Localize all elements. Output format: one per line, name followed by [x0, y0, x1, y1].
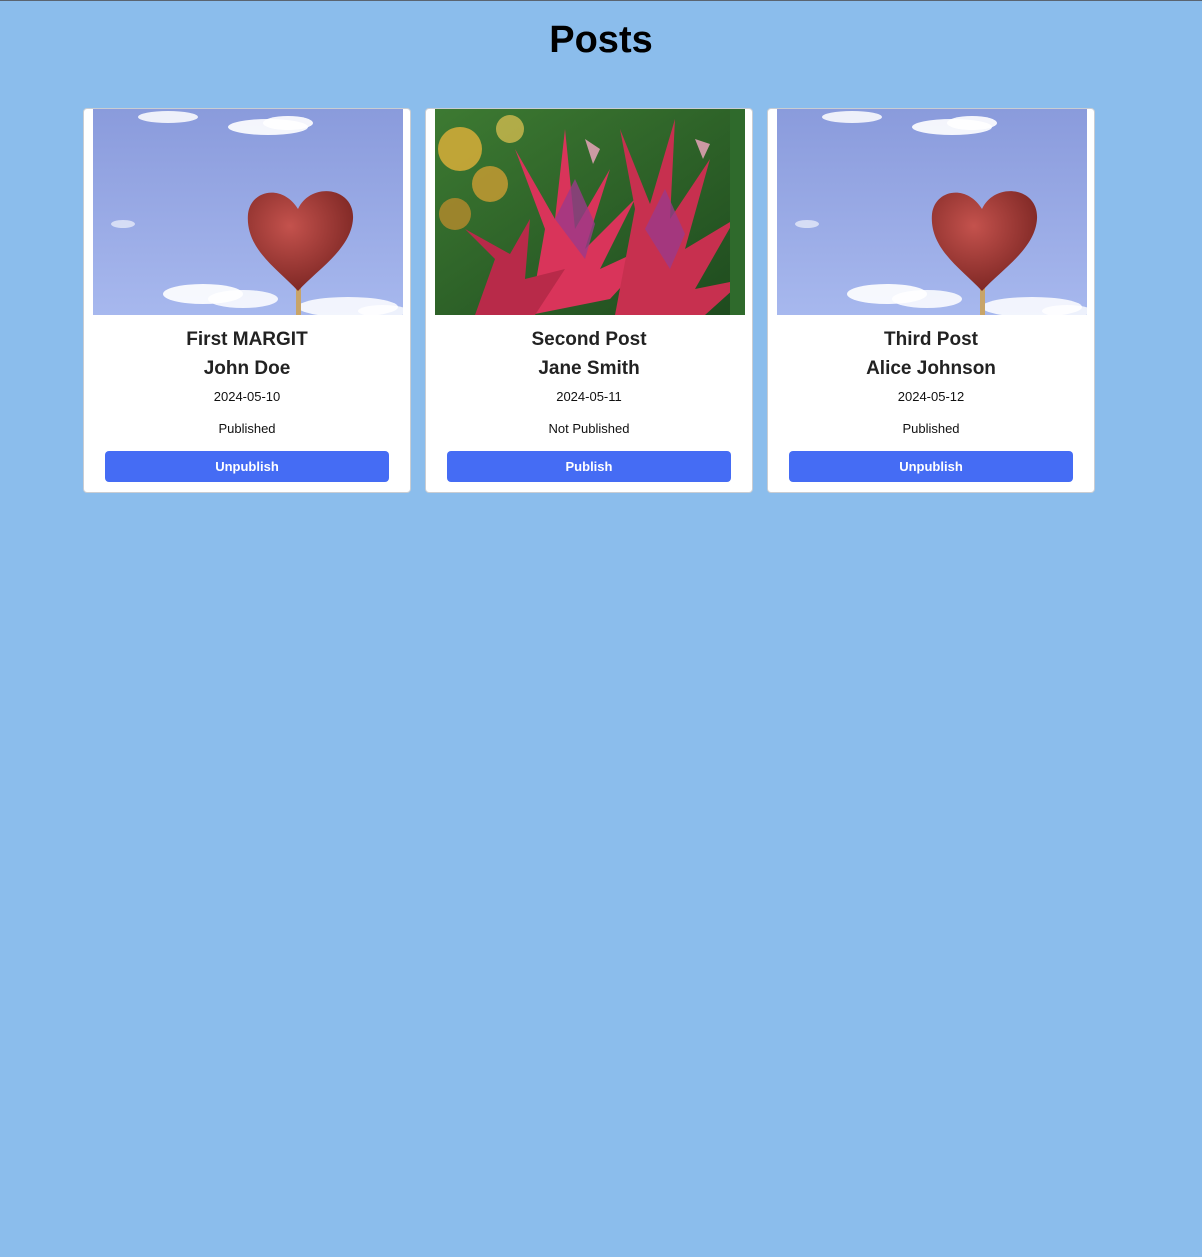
post-status: Published — [902, 421, 960, 436]
page-title: Posts — [549, 19, 653, 61]
post-date: 2024-05-10 — [213, 389, 281, 404]
flower-image — [435, 109, 745, 315]
post-title: First MARGIT — [186, 329, 308, 350]
post-author: Jane Smith — [538, 358, 640, 379]
posts-grid: First MARGIT John Doe 2024-05-10 Publish… — [83, 108, 1095, 493]
post-status: Published — [218, 421, 276, 436]
post-card: Second Post Jane Smith 2024-05-11 Not Pu… — [425, 108, 753, 493]
publish-button[interactable]: Publish — [447, 451, 731, 482]
heart-image — [93, 109, 403, 315]
post-author: Alice Johnson — [866, 358, 996, 379]
post-author: John Doe — [203, 358, 291, 379]
heart-image — [777, 109, 1087, 315]
unpublish-button[interactable]: Unpublish — [105, 451, 389, 482]
post-card: Third Post Alice Johnson 2024-05-12 Publ… — [767, 108, 1095, 493]
post-date: 2024-05-11 — [556, 389, 622, 404]
post-title: Second Post — [531, 329, 647, 350]
post-status: Not Published — [548, 421, 630, 436]
post-date: 2024-05-12 — [897, 389, 965, 404]
unpublish-button[interactable]: Unpublish — [789, 451, 1073, 482]
post-card: First MARGIT John Doe 2024-05-10 Publish… — [83, 108, 411, 493]
post-title: Third Post — [884, 329, 978, 350]
